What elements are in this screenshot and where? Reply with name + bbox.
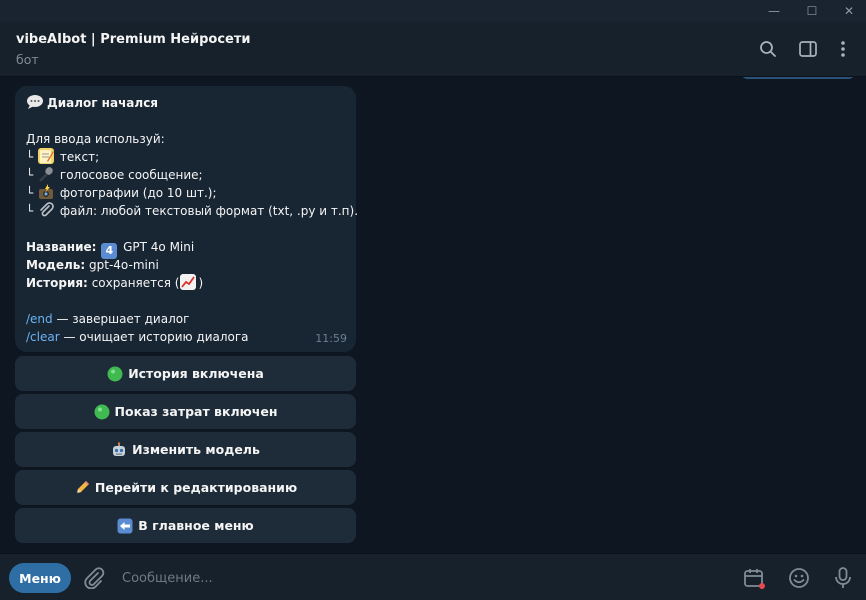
main-menu-label: В главное меню [138, 518, 254, 533]
chat-title[interactable]: vibeAIbot | Premium Нейросети [16, 32, 251, 47]
robot-icon [111, 441, 127, 458]
end-command-link[interactable]: /end [26, 312, 53, 326]
message-intro: Для ввода используй: [26, 132, 165, 146]
microphone-icon [38, 166, 54, 182]
message-heading-line: Диалог начался [26, 94, 344, 112]
model-id-line: Модель: gpt-4o-mini [26, 258, 159, 272]
emoji-icon[interactable] [785, 564, 813, 592]
cost-display-toggle-button[interactable]: Показ затрат включен [15, 394, 356, 429]
paperclip-icon [38, 202, 54, 218]
input-item: └ текст; [26, 148, 100, 164]
left-arrow-icon [117, 518, 133, 534]
chat-header: vibeAIbot | Premium Нейросети бот [0, 22, 866, 77]
change-model-label: Изменить модель [132, 442, 260, 457]
green-circle-icon [107, 366, 123, 382]
change-model-button[interactable]: Изменить модель [15, 432, 356, 467]
chat-subtitle: бот [16, 52, 39, 67]
clear-command-link[interactable]: /clear [26, 330, 60, 344]
speech-balloon-icon [26, 94, 44, 115]
search-icon[interactable] [755, 36, 781, 62]
history-line: История: сохраняется ( ) [26, 274, 204, 290]
clear-command-line: /clear — очищает историю диалога [26, 330, 249, 344]
voice-record-icon[interactable] [829, 564, 857, 592]
message-bubble: Диалог начался Для ввода используй: └ те… [15, 86, 359, 352]
message-heading: Диалог начался [47, 96, 159, 110]
green-circle-icon [94, 404, 110, 420]
window-titlebar: — ☐ ✕ [0, 0, 866, 22]
edit-label: Перейти к редактированию [94, 480, 298, 495]
close-button[interactable]: ✕ [832, 0, 866, 22]
chat-area[interactable]: Диалог начался Для ввода используй: └ те… [0, 77, 866, 553]
model-name-line: Название: 4 GPT 4o Mini [26, 240, 195, 259]
message-input[interactable] [120, 564, 684, 592]
input-item: └ файл: любой текстовый формат (txt, .py… [26, 202, 359, 218]
attach-icon[interactable] [80, 564, 108, 592]
chart-increasing-icon [180, 274, 197, 290]
input-item: └ голосовое сообщение; [26, 166, 344, 184]
history-toggle-button[interactable]: История включена [15, 356, 356, 391]
main-menu-button[interactable]: В главное меню [15, 508, 356, 543]
message-timestamp: 11:59 [315, 332, 347, 345]
pencil-icon [74, 480, 90, 496]
schedule-icon[interactable] [740, 564, 768, 592]
input-item: └ фотографии (до 10 шт.); [26, 184, 217, 200]
sidebar-toggle-icon[interactable] [795, 36, 821, 62]
message-composer: Меню [0, 553, 866, 600]
cost-display-toggle-label: Показ затрат включен [114, 404, 278, 419]
camera-flash-icon [38, 184, 54, 200]
memo-icon [38, 148, 55, 164]
bot-menu-button[interactable]: Меню [9, 563, 71, 593]
maximize-button[interactable]: ☐ [795, 0, 829, 22]
edit-button[interactable]: Перейти к редактированию [15, 470, 356, 505]
end-command-line: /end — завершает диалог [26, 312, 190, 326]
minimize-button[interactable]: — [757, 0, 791, 22]
history-toggle-label: История включена [128, 366, 264, 381]
previous-message-bubble [740, 77, 856, 79]
more-vertical-icon[interactable] [830, 36, 856, 62]
